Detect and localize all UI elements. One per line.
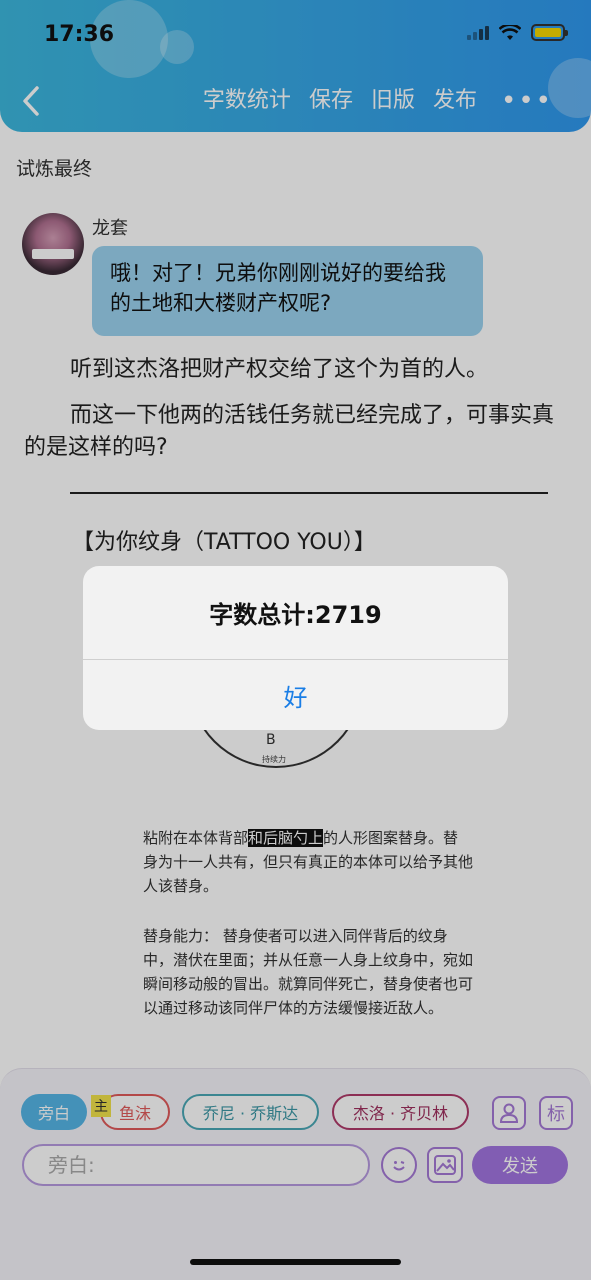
- dialog-ok-button[interactable]: 好: [83, 660, 508, 730]
- word-count-dialog: 字数总计:2719 好: [83, 566, 508, 730]
- dialog-message: 字数总计:2719: [83, 566, 508, 660]
